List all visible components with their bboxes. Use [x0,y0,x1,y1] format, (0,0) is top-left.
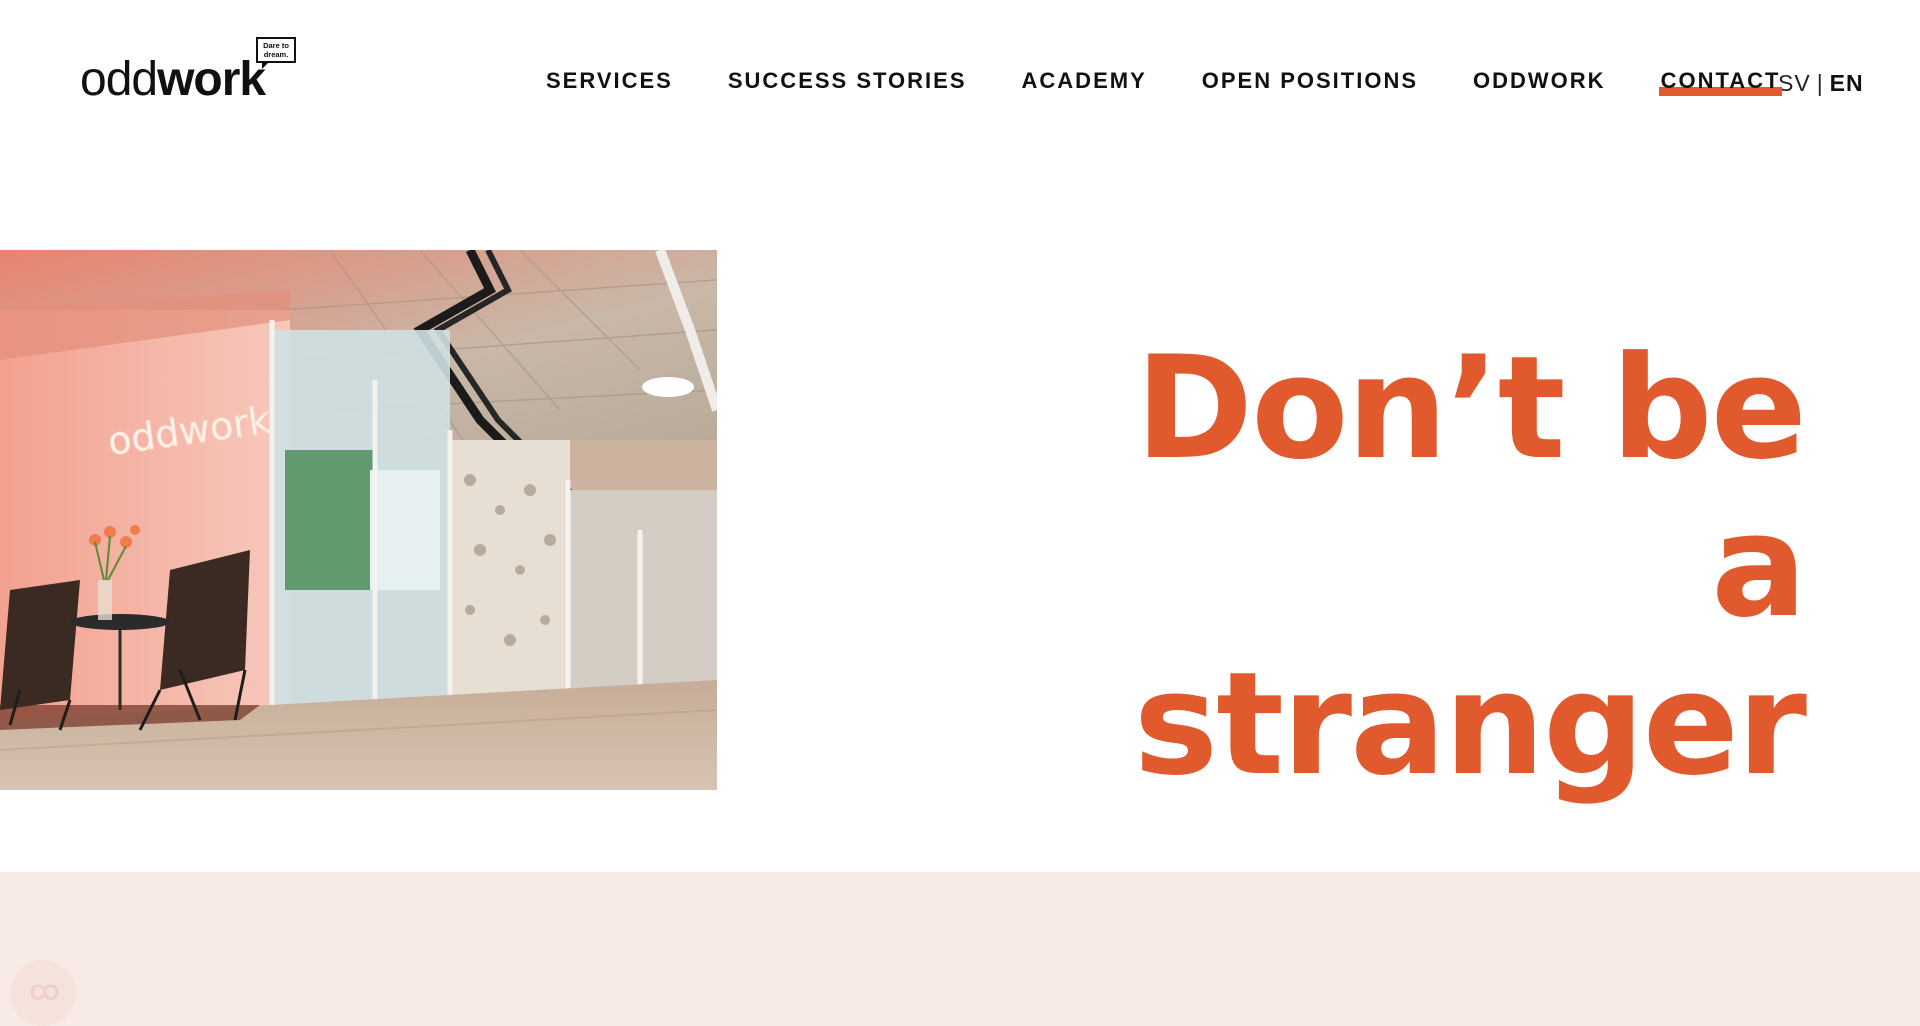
nav-services[interactable]: SERVICES [546,68,673,94]
office-photo: oddwork [0,250,717,790]
nav-oddwork-label: ODDWORK [1473,68,1606,93]
lang-en[interactable]: EN [1830,70,1864,96]
nav-oddwork[interactable]: ODDWORK [1473,68,1606,94]
nav-contact[interactable]: CONTACT [1658,68,1783,96]
nav-academy[interactable]: ACADEMY [1022,68,1147,94]
logo-speech-bubble: Dare to dream. [256,37,296,69]
logo-odd: odd [80,53,158,106]
cookie-icon: CO [29,980,60,1005]
nav-success-stories-label: SUCCESS STORIES [727,68,967,93]
nav-services-label: SERVICES [546,68,673,93]
nav-contact-label: CONTACT [1660,68,1781,93]
nav-open-positions[interactable]: OPEN POSITIONS [1202,68,1418,94]
logo-work: work [157,53,266,106]
lang-separator: | [1816,70,1824,96]
nav-success-stories[interactable]: SUCCESS STORIES [728,68,967,94]
lang-sv[interactable]: SV [1778,70,1811,96]
language-switcher: SV | EN [1778,70,1864,97]
logo-wordmark: oddwork [80,53,266,106]
nav-academy-label: ACADEMY [1021,68,1147,93]
contact-section-band [0,872,1920,1026]
oddwork-logo[interactable]: oddwork Dare to dream. [80,36,300,106]
office-photo-illustration: oddwork [0,250,717,790]
cookie-consent-button[interactable]: CO [10,960,76,1026]
nav-open-positions-label: OPEN POSITIONS [1201,68,1419,93]
main-navigation: SERVICES SUCCESS STORIES ACADEMY OPEN PO… [546,68,1835,96]
site-header: oddwork Dare to dream. SERVICES SUCCESS … [0,0,1920,160]
hero-title: Don’t be a stranger [1133,326,1807,807]
